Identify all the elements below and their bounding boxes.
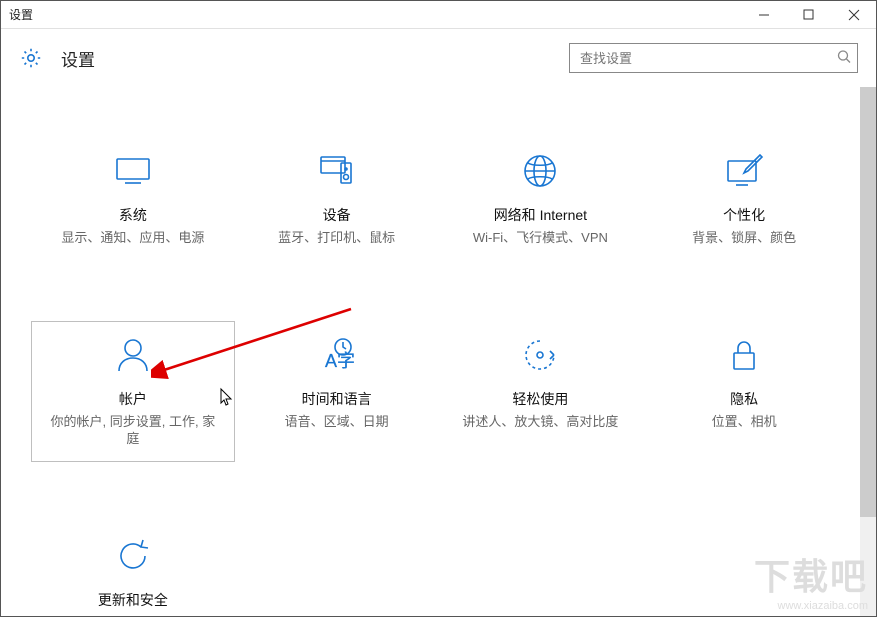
devices-icon	[315, 149, 359, 193]
accounts-icon	[111, 333, 155, 377]
svg-text:A字: A字	[325, 351, 355, 371]
search-icon[interactable]	[836, 49, 852, 68]
close-button[interactable]	[831, 1, 876, 28]
window-controls	[741, 1, 876, 28]
tile-system[interactable]: 系统 显示、通知、应用、电源	[31, 137, 235, 261]
ease-of-access-icon	[518, 333, 562, 377]
tile-devices[interactable]: 设备 蓝牙、打印机、鼠标	[235, 137, 439, 261]
search-wrap	[569, 43, 858, 73]
scrollbar-thumb[interactable]	[860, 87, 876, 517]
content-area: 系统 显示、通知、应用、电源 设备 蓝牙、打印机、鼠标 网络和 Internet…	[1, 87, 876, 616]
window-title: 设置	[9, 6, 33, 23]
personalization-icon	[722, 149, 766, 193]
header: 设置	[1, 29, 876, 87]
update-icon	[111, 534, 155, 578]
gear-icon	[19, 46, 43, 70]
search-input[interactable]	[569, 43, 858, 73]
system-icon	[111, 149, 155, 193]
time-language-icon: A字	[315, 333, 359, 377]
tile-personalization[interactable]: 个性化 背景、锁屏、颜色	[642, 137, 846, 261]
tile-ease-of-access[interactable]: 轻松使用 讲述人、放大镜、高对比度	[439, 321, 643, 462]
page-title: 设置	[61, 46, 95, 71]
tile-update-security[interactable]: 更新和安全	[31, 522, 235, 616]
tile-accounts[interactable]: 帐户 你的帐户, 同步设置, 工作, 家庭	[31, 321, 235, 462]
minimize-button[interactable]	[741, 1, 786, 28]
maximize-button[interactable]	[786, 1, 831, 28]
titlebar: 设置	[1, 1, 876, 29]
tile-network[interactable]: 网络和 Internet Wi-Fi、飞行模式、VPN	[439, 137, 643, 261]
tile-time-language[interactable]: A字 时间和语言 语音、区域、日期	[235, 321, 439, 462]
tile-privacy[interactable]: 隐私 位置、相机	[642, 321, 846, 462]
globe-icon	[518, 149, 562, 193]
lock-icon	[722, 333, 766, 377]
scrollbar[interactable]	[860, 87, 876, 616]
